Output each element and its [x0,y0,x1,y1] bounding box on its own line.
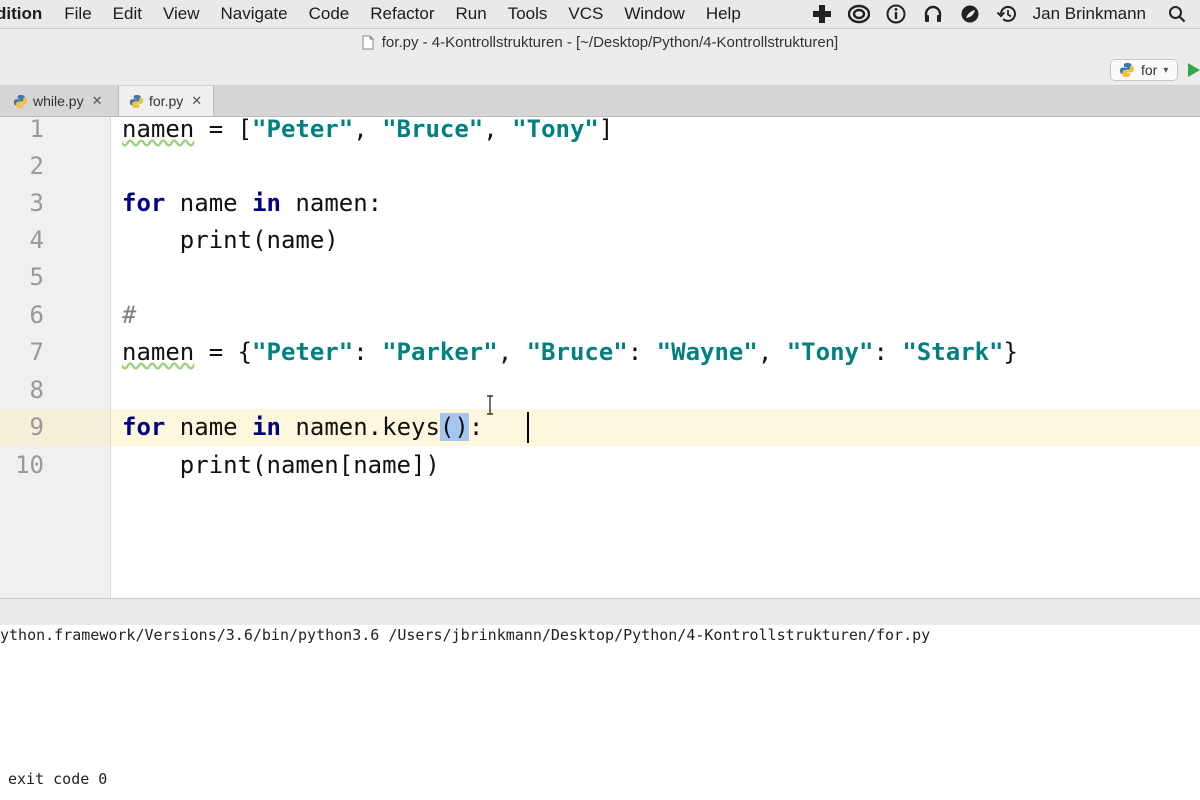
code-token: namen: [280,189,383,217]
code-line-1[interactable]: namen = ["Peter", "Bruce", "Tony"] [122,117,613,148]
line-number: 1 [29,117,44,143]
code-editor[interactable]: 1 2 3 4 5 6 7 8 9 10 namen = ["Peter", "… [0,117,1200,598]
menu-window[interactable]: Window [624,4,684,24]
tool-window-splitter[interactable] [0,598,1200,626]
info-circle-icon[interactable] [885,3,907,25]
code-token: , [757,338,787,366]
code-token: , [497,338,527,366]
creative-cloud-icon[interactable] [847,3,870,25]
run-configuration-label: for [1141,62,1158,78]
code-line-3[interactable]: for name in namen: [122,185,382,222]
code-line-10[interactable]: print(namen[name]) [122,447,440,484]
run-configuration-dropdown[interactable]: for ▾ [1110,59,1178,81]
code-line-6[interactable]: # [122,297,136,334]
keyword-token: in [252,189,281,217]
time-machine-icon[interactable] [996,3,1018,25]
code-token: } [1003,338,1018,366]
console-command-line: ython.framework/Versions/3.6/bin/python3… [0,626,931,644]
code-token: namen.keys [280,413,440,441]
run-button[interactable] [1188,63,1200,77]
chevron-down-icon: ▾ [1163,64,1169,76]
menu-edit[interactable]: Edit [113,4,142,24]
string-token: "Bruce" [382,117,484,143]
python-file-icon [13,94,28,108]
string-token: "Peter" [252,338,354,366]
code-line-9[interactable]: for name in namen.keys(): [122,409,483,446]
comment-token: # [122,301,137,329]
string-token: "Stark" [902,338,1004,366]
code-token: name [165,413,253,441]
line-number: 10 [15,451,44,479]
string-token: "Tony" [512,117,599,143]
menu-bar: dition File Edit View Navigate Code Refa… [0,0,1200,29]
window-title: for.py - 4-Kontrollstrukturen - [~/Deskt… [381,33,839,51]
python-file-icon [1120,63,1134,77]
line-number: 8 [29,376,44,404]
line-number: 9 [29,413,44,441]
code-token: , [353,117,383,143]
keyword-token: for [122,189,166,217]
user-name[interactable]: Jan Brinkmann [1033,4,1146,24]
menu-vcs[interactable]: VCS [568,4,603,24]
menu-run[interactable]: Run [456,4,487,24]
plus-cross-icon[interactable] [811,3,833,25]
tab-label: for.py [149,93,184,109]
line-number: 5 [29,263,44,291]
menu-navigate[interactable]: Navigate [221,4,288,24]
code-token: : [468,413,484,441]
code-token: name [165,189,253,217]
code-token: : [873,338,903,366]
console-exit-message: exit code 0 [8,770,108,788]
code-token: , [483,117,513,143]
line-number: 6 [29,301,44,329]
menu-code[interactable]: Code [309,4,350,24]
menu-refactor[interactable]: Refactor [370,4,434,24]
menu-view[interactable]: View [163,4,200,24]
code-token: = { [194,338,253,366]
python-file-icon [129,94,144,108]
string-token: "Parker" [382,338,498,366]
text-caret [527,412,529,443]
variable-token: namen [122,117,195,143]
app-menu[interactable]: dition [0,4,42,24]
string-token: "Wayne" [656,338,758,366]
toolbar: for ▾ [0,55,1200,86]
window-titlebar: for.py - 4-Kontrollstrukturen - [~/Deskt… [0,29,1200,55]
tab-for-py[interactable]: for.py ✕ [118,86,214,116]
tab-while-py[interactable]: while.py ✕ [13,86,118,116]
keyword-token: in [252,413,281,441]
code-line-7[interactable]: namen = {"Peter": "Parker", "Bruce": "Wa… [122,334,1018,371]
tab-label: while.py [33,93,84,109]
line-number: 2 [29,152,44,180]
leaf-icon[interactable] [959,3,981,25]
file-icon [362,35,374,49]
close-icon[interactable]: ✕ [92,93,103,109]
menu-file[interactable]: File [64,4,91,24]
spotlight-search-icon[interactable] [1166,3,1188,25]
string-token: "Peter" [252,117,354,143]
string-token: "Tony" [786,338,874,366]
menu-tools[interactable]: Tools [508,4,548,24]
code-token: : [627,338,657,366]
menu-bar-tray: Jan Brinkmann [811,0,1200,28]
code-line-4[interactable]: print(name) [122,222,339,259]
code-token: = [ [194,117,253,143]
run-console[interactable]: ython.framework/Versions/3.6/bin/python3… [0,625,1200,800]
string-token: "Bruce" [526,338,628,366]
ibeam-cursor-icon [487,395,493,415]
menu-help[interactable]: Help [706,4,741,24]
close-icon[interactable]: ✕ [191,93,202,109]
headphones-icon[interactable] [922,3,944,25]
editor-tab-bar: while.py ✕ for.py ✕ [0,86,1200,117]
selected-text: () [439,413,469,441]
code-token: ] [598,117,614,143]
keyword-token: for [122,413,166,441]
code-token: : [353,338,383,366]
variable-token: namen [122,338,195,366]
line-number: 3 [29,189,44,217]
line-number: 4 [29,226,44,254]
line-number: 7 [29,338,44,366]
